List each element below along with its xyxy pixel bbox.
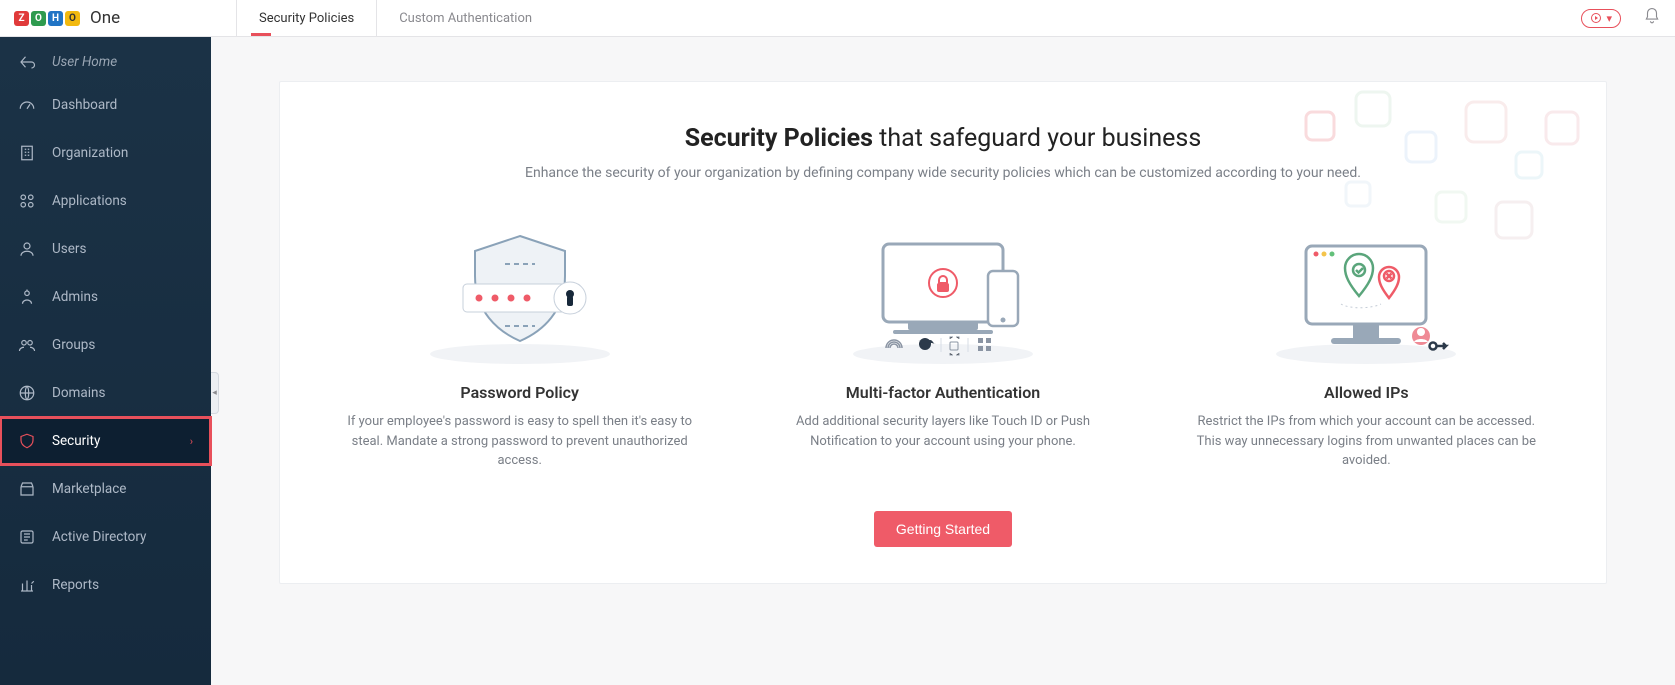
groups-icon [18, 336, 36, 354]
remote-assist-button[interactable]: ▾ [1581, 9, 1621, 28]
sidebar-item-label: Marketplace [52, 481, 126, 497]
page-title-bold: Security Policies [685, 124, 873, 153]
sidebar-item-label: Organization [52, 145, 128, 161]
feature-cards: Password Policy If your employee's passw… [328, 221, 1558, 471]
card-title: Multi-factor Authentication [751, 383, 1134, 402]
building-icon [18, 144, 36, 162]
topbar-actions: ▾ [1581, 7, 1661, 29]
logo-letter-z: Z [14, 11, 29, 26]
shield-icon [18, 432, 36, 450]
logo-letter-o2: O [65, 11, 80, 26]
tabs: Security Policies Custom Authentication [236, 0, 554, 36]
sidebar-item-security[interactable]: Security › [0, 417, 211, 465]
sidebar-item-label: Security [52, 433, 100, 449]
sidebar-item-marketplace[interactable]: Marketplace [0, 465, 211, 513]
sidebar-item-groups[interactable]: Groups [0, 321, 211, 369]
nav: User Home Dashboard Organization Applica… [0, 37, 211, 609]
sidebar-item-label: Users [52, 241, 86, 257]
sidebar-item-label: Domains [52, 385, 105, 401]
chevron-down-icon: ▾ [1606, 12, 1612, 25]
page-title: Security Policies that safeguard your bu… [328, 124, 1558, 153]
layout: ◂ User Home Dashboard Organization Appli… [0, 37, 1675, 685]
card-desc: Add additional security layers like Touc… [751, 412, 1134, 451]
sidebar-item-label: Groups [52, 337, 95, 353]
sidebar-item-dashboard[interactable]: Dashboard [0, 81, 211, 129]
sidebar: ◂ User Home Dashboard Organization Appli… [0, 37, 211, 685]
product-name: One [90, 8, 120, 28]
main: Security Policies that safeguard your bu… [211, 37, 1675, 685]
password-policy-illustration [328, 221, 711, 371]
directory-icon [18, 528, 36, 546]
user-icon [18, 240, 36, 258]
sidebar-item-admins[interactable]: Admins [0, 273, 211, 321]
card-title: Password Policy [328, 383, 711, 402]
apps-icon [18, 192, 36, 210]
tab-security-policies[interactable]: Security Policies [236, 0, 377, 36]
logo-letter-h: H [48, 11, 63, 26]
sidebar-item-users[interactable]: Users [0, 225, 211, 273]
sidebar-item-label: Active Directory [52, 529, 146, 545]
sidebar-item-label: User Home [52, 54, 117, 70]
topbar: Z O H O One Security Policies Custom Aut… [0, 0, 1675, 37]
card-allowed-ips: Allowed IPs Restrict the IPs from which … [1175, 221, 1558, 471]
sidebar-item-user-home[interactable]: User Home [0, 43, 211, 81]
logo-letter-o1: O [31, 11, 46, 26]
sidebar-item-organization[interactable]: Organization [0, 129, 211, 177]
sidebar-item-label: Reports [52, 577, 99, 593]
getting-started-button[interactable]: Getting Started [874, 511, 1012, 547]
reports-icon [18, 576, 36, 594]
allowed-ips-illustration [1175, 221, 1558, 371]
sidebar-collapse-handle[interactable]: ◂ [211, 372, 219, 414]
sidebar-item-label: Dashboard [52, 97, 117, 113]
admin-icon [18, 288, 36, 306]
sidebar-item-active-directory[interactable]: Active Directory [0, 513, 211, 561]
tab-label: Custom Authentication [399, 11, 532, 26]
globe-icon [18, 384, 36, 402]
sidebar-item-reports[interactable]: Reports [0, 561, 211, 609]
card-title: Allowed IPs [1175, 383, 1558, 402]
sidebar-item-label: Applications [52, 193, 127, 209]
page-title-rest: that safeguard your business [873, 124, 1201, 153]
card-mfa: Multi-factor Authentication Add addition… [751, 221, 1134, 471]
intro-panel: Security Policies that safeguard your bu… [279, 81, 1607, 584]
sidebar-item-label: Admins [52, 289, 98, 305]
gauge-icon [18, 96, 36, 114]
mfa-illustration [751, 221, 1134, 371]
tab-label: Security Policies [259, 11, 354, 26]
card-desc: If your employee's password is easy to s… [328, 412, 711, 471]
store-icon [18, 480, 36, 498]
card-desc: Restrict the IPs from which your account… [1175, 412, 1558, 471]
logo-icon: Z O H O [14, 11, 80, 26]
sidebar-item-applications[interactable]: Applications [0, 177, 211, 225]
brand: Z O H O One [14, 8, 226, 28]
page-subtitle: Enhance the security of your organizatio… [328, 165, 1558, 181]
cta-row: Getting Started [328, 511, 1558, 547]
card-password-policy: Password Policy If your employee's passw… [328, 221, 711, 471]
chevron-right-icon: › [190, 435, 193, 448]
sidebar-item-domains[interactable]: Domains [0, 369, 211, 417]
notifications-icon[interactable] [1643, 7, 1661, 29]
tab-custom-authentication[interactable]: Custom Authentication [377, 0, 554, 36]
back-icon [18, 53, 36, 71]
